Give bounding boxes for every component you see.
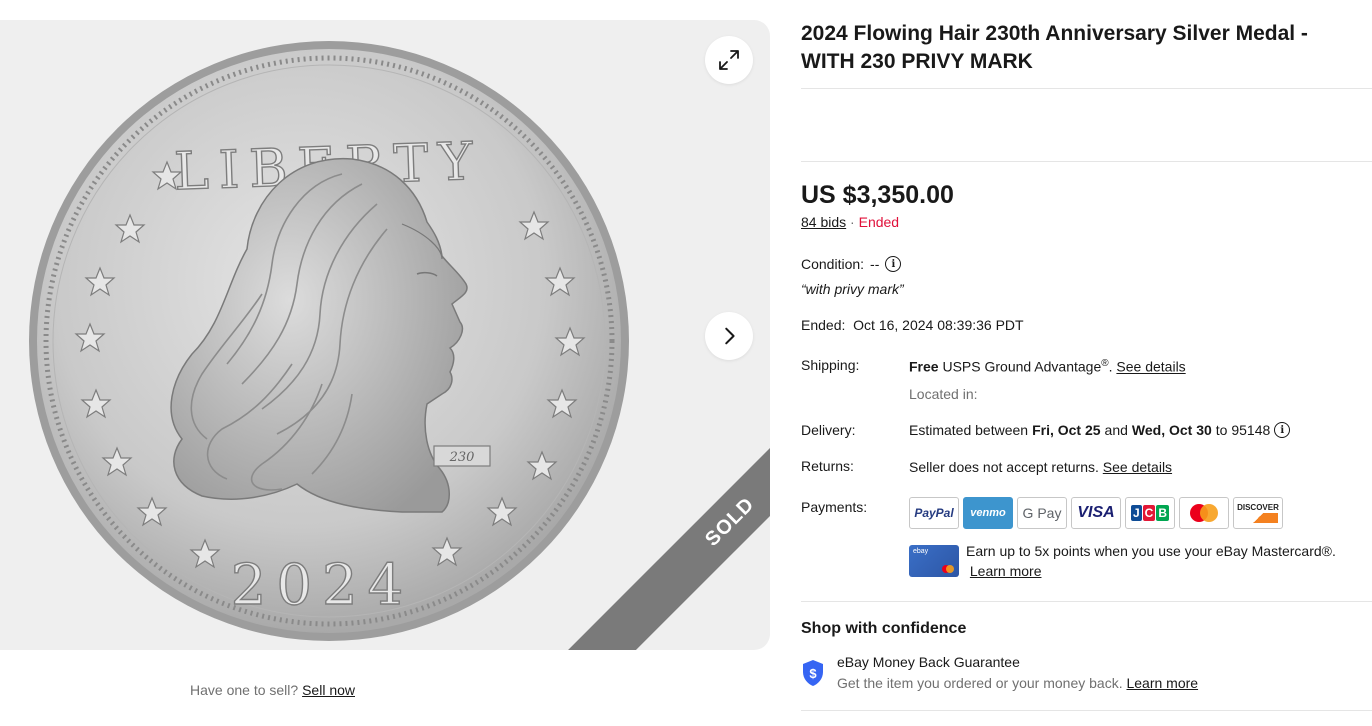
- visa-icon: VISA: [1071, 497, 1121, 529]
- coin-image[interactable]: LIBERTY 2024: [22, 34, 636, 648]
- condition: Condition: -- i: [801, 256, 902, 272]
- ended-label: Ended:: [801, 317, 846, 333]
- delivery-info-icon[interactable]: i: [1274, 422, 1291, 438]
- ebay-mastercard-icon: ebay: [909, 545, 959, 577]
- coin-illustration: LIBERTY 2024: [29, 41, 629, 641]
- gpay-text: G Pay: [1022, 505, 1062, 521]
- jcb-icon: JCB: [1125, 497, 1175, 529]
- payments-label: Payments:: [801, 499, 868, 515]
- shipping-free: Free: [909, 358, 939, 375]
- separator: ·: [850, 214, 855, 230]
- shipping-details-link[interactable]: See details: [1116, 359, 1185, 375]
- divider: [801, 161, 1372, 162]
- venmo-icon: venmo: [963, 497, 1013, 529]
- delivery-value: Estimated between Fri, Oct 25 and Wed, O…: [909, 422, 1291, 438]
- paypal-icon: PayPal: [909, 497, 959, 529]
- bids-link[interactable]: 84 bids: [801, 214, 846, 230]
- condition-label: Condition:: [801, 256, 865, 272]
- mastercard-promo-text: Earn up to 5x points when you use your e…: [966, 543, 1336, 559]
- visa-text: VISA: [1077, 504, 1115, 521]
- guarantee-desc-text: Get the item you ordered or your money b…: [837, 675, 1123, 691]
- sell-prompt: Have one to sell? Sell now: [190, 682, 355, 698]
- sell-now-link[interactable]: Sell now: [302, 682, 355, 698]
- delivery-prefix: Estimated between: [909, 422, 1029, 438]
- shipping-value: Free USPS Ground Advantage®. See details: [909, 358, 1186, 375]
- shipping-period: .: [1108, 358, 1113, 375]
- coin-year: 2024: [231, 553, 414, 618]
- status-ended: Ended: [858, 214, 900, 230]
- delivery-and: and: [1104, 422, 1128, 438]
- image-gallery[interactable]: LIBERTY 2024: [0, 20, 770, 650]
- returns-label: Returns:: [801, 458, 854, 474]
- shield-dollar-icon: $: [803, 660, 823, 686]
- money-back-guarantee-title: eBay Money Back Guarantee: [837, 654, 1020, 670]
- mastercard-circles: [1190, 504, 1218, 522]
- condition-value: --: [870, 256, 880, 272]
- guarantee-learn-more-link[interactable]: Learn more: [1126, 675, 1198, 691]
- divider: [801, 88, 1372, 89]
- delivery-label: Delivery:: [801, 422, 856, 438]
- expand-image-button[interactable]: [705, 36, 753, 84]
- registered-mark: ®: [1101, 358, 1109, 369]
- price: US $3,350.00: [801, 181, 954, 209]
- located-in: Located in:: [909, 386, 978, 402]
- info-icon[interactable]: i: [885, 256, 902, 272]
- svg-text:$: $: [809, 666, 817, 681]
- shipping-label: Shipping:: [801, 357, 860, 373]
- jcb-text: JCB: [1130, 505, 1170, 521]
- bids-status: 84 bids · Ended: [801, 214, 899, 230]
- delivery-zip: to 95148: [1215, 422, 1271, 438]
- expand-icon: [719, 50, 739, 70]
- divider: [801, 601, 1372, 602]
- ended-value: Oct 16, 2024 08:39:36 PDT: [853, 317, 1024, 333]
- chevron-right-icon: [725, 327, 735, 345]
- card-label: ebay: [913, 548, 929, 555]
- delivery-date-end: Wed, Oct 30: [1131, 422, 1212, 438]
- returns-text: Seller does not accept returns.: [909, 459, 1099, 475]
- privy-mark-text: 230: [449, 450, 475, 465]
- condition-description: “with privy mark”: [801, 281, 904, 297]
- money-back-guarantee-desc: Get the item you ordered or your money b…: [837, 675, 1198, 691]
- mastercard-promo: Earn up to 5x points when you use your e…: [966, 541, 1366, 581]
- next-image-button[interactable]: [705, 312, 753, 360]
- discover-icon: DISCOVER: [1233, 497, 1283, 529]
- card-mc-logo: [942, 565, 954, 573]
- divider: [801, 710, 1372, 711]
- privy-mark: 230: [433, 445, 491, 467]
- delivery-date-start: Fri, Oct 25: [1032, 422, 1101, 438]
- returns-value: Seller does not accept returns. See deta…: [909, 459, 1172, 475]
- ended-time: Ended: Oct 16, 2024 08:39:36 PDT: [801, 317, 1024, 333]
- venmo-text: venmo: [970, 507, 1006, 519]
- mastercard-icon: [1179, 497, 1229, 529]
- sell-prompt-text: Have one to sell?: [190, 682, 299, 698]
- google-pay-icon: G Pay: [1017, 497, 1067, 529]
- mastercard-learn-more-link[interactable]: Learn more: [970, 563, 1042, 579]
- paypal-text: PayPal: [914, 506, 954, 520]
- discover-text: DISCOVER: [1237, 503, 1279, 512]
- listing-title: 2024 Flowing Hair 230th Anniversary Silv…: [801, 22, 1308, 73]
- payment-methods: PayPal venmo G Pay VISA JCB DISCOVER: [909, 497, 1283, 529]
- returns-details-link[interactable]: See details: [1103, 459, 1172, 475]
- shop-confidence-title: Shop with confidence: [801, 620, 967, 637]
- shipping-service: USPS Ground Advantage: [942, 358, 1102, 375]
